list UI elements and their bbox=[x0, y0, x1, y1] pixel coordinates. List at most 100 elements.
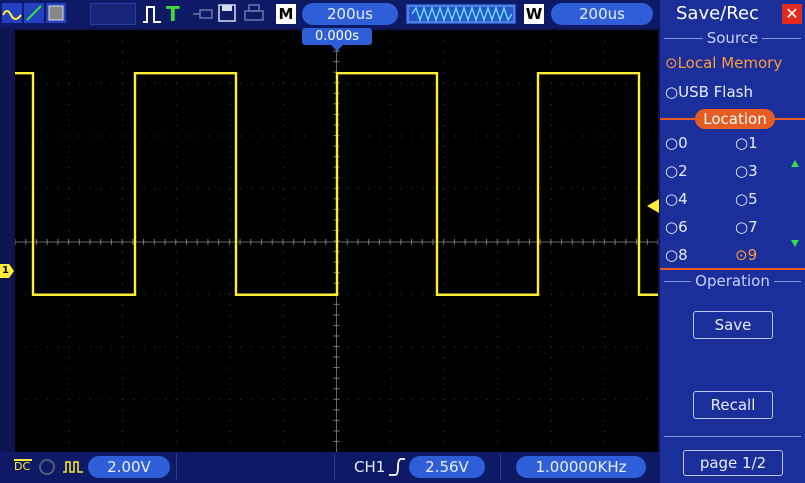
grid-dot bbox=[197, 82, 199, 84]
trigger-t-icon[interactable]: T bbox=[166, 3, 184, 25]
save-disk-icon[interactable] bbox=[217, 3, 237, 23]
grid-dot bbox=[443, 430, 445, 432]
grid-dot bbox=[68, 93, 70, 95]
printer-icon[interactable] bbox=[243, 3, 265, 23]
grid-dot bbox=[175, 82, 177, 84]
grid-dot bbox=[497, 262, 499, 264]
grid-dot bbox=[175, 367, 177, 369]
window-timebase-value[interactable]: 200us bbox=[551, 3, 653, 25]
grid-dot bbox=[454, 188, 456, 190]
grid-dot bbox=[68, 230, 70, 232]
recall-button[interactable]: Recall bbox=[693, 391, 773, 419]
trigger-level-marker-icon[interactable] bbox=[647, 199, 659, 213]
grid-dot bbox=[175, 388, 177, 390]
grid-dot bbox=[443, 124, 445, 126]
save-button[interactable]: Save bbox=[693, 311, 773, 339]
window-waveform-icon[interactable] bbox=[406, 4, 516, 24]
location-option-7[interactable]: ○7 bbox=[735, 218, 758, 236]
grid-dot bbox=[68, 135, 70, 137]
grid-dot bbox=[282, 335, 284, 337]
grid-dot bbox=[593, 293, 595, 295]
scroll-down-icon[interactable] bbox=[791, 240, 799, 247]
grid-dot bbox=[497, 335, 499, 337]
waveform-icon[interactable] bbox=[2, 3, 22, 23]
cursor-line-icon[interactable] bbox=[24, 3, 44, 23]
close-icon[interactable]: ✕ bbox=[782, 4, 802, 24]
grid-dot bbox=[443, 167, 445, 169]
grid-dot bbox=[390, 304, 392, 306]
grid-dot bbox=[604, 283, 606, 285]
grid-dot bbox=[486, 135, 488, 137]
grid-dot bbox=[261, 188, 263, 190]
grid-dot bbox=[68, 146, 70, 148]
grid-dot bbox=[315, 188, 317, 190]
grid-dot bbox=[593, 82, 595, 84]
grid-dot bbox=[57, 82, 59, 84]
page-divider bbox=[664, 436, 801, 437]
grid-dot bbox=[282, 314, 284, 316]
grid-dot bbox=[347, 399, 349, 401]
grid-dot bbox=[68, 251, 70, 253]
grid-dot bbox=[229, 209, 231, 211]
source-option-usb-flash[interactable]: ○USB Flash bbox=[665, 83, 753, 101]
trigger-level[interactable]: 2.56V bbox=[409, 456, 485, 478]
grid-dot bbox=[518, 135, 520, 137]
grid-dot bbox=[282, 51, 284, 53]
grid-dot bbox=[475, 135, 477, 137]
grid-dot bbox=[582, 82, 584, 84]
timebase-value[interactable]: 200us bbox=[302, 3, 398, 25]
grid-dot bbox=[593, 346, 595, 348]
grid-dot bbox=[282, 72, 284, 74]
grid-dot bbox=[625, 82, 627, 84]
location-option-6[interactable]: ○6 bbox=[665, 218, 688, 236]
measure-icon[interactable] bbox=[46, 3, 66, 23]
location-option-8[interactable]: ○8 bbox=[665, 246, 688, 264]
grid-dot bbox=[636, 399, 638, 401]
grid-dot bbox=[122, 325, 124, 327]
scroll-up-icon[interactable] bbox=[791, 160, 799, 167]
grid-dot bbox=[550, 146, 552, 148]
grid-dot bbox=[143, 293, 145, 295]
grid-dot bbox=[497, 124, 499, 126]
dc-coupling-icon[interactable]: DC bbox=[14, 456, 34, 478]
ch1-volts-div[interactable]: 2.00V bbox=[88, 456, 170, 478]
grid-dot bbox=[165, 82, 167, 84]
grid-dot bbox=[550, 325, 552, 327]
pulse-icon[interactable] bbox=[142, 4, 162, 24]
location-option-4[interactable]: ○4 bbox=[665, 190, 688, 208]
grid-dot bbox=[604, 293, 606, 295]
grid-dot bbox=[540, 346, 542, 348]
rising-edge-icon[interactable] bbox=[388, 457, 406, 477]
grid-dot bbox=[593, 135, 595, 137]
grid-dot bbox=[175, 51, 177, 53]
location-option-0[interactable]: ○0 bbox=[665, 134, 688, 152]
grid-dot bbox=[25, 399, 27, 401]
bandwidth-limit-icon[interactable] bbox=[38, 458, 56, 476]
grid-dot bbox=[604, 230, 606, 232]
grid-dot bbox=[36, 82, 38, 84]
grid-dot bbox=[411, 346, 413, 348]
location-option-5[interactable]: ○5 bbox=[735, 190, 758, 208]
grid-dot bbox=[465, 188, 467, 190]
grid-dot bbox=[604, 346, 606, 348]
location-option-3[interactable]: ○3 bbox=[735, 162, 758, 180]
source-option-local-memory[interactable]: ⊙Local Memory bbox=[665, 54, 782, 72]
invert-icon[interactable] bbox=[62, 458, 84, 476]
grid-dot bbox=[218, 188, 220, 190]
grid-dot bbox=[443, 230, 445, 232]
grid-dot bbox=[443, 209, 445, 211]
page-button[interactable]: page 1/2 bbox=[683, 450, 783, 476]
grid-dot bbox=[550, 420, 552, 422]
grid-dot bbox=[454, 399, 456, 401]
grid-dot bbox=[57, 188, 59, 190]
location-option-9[interactable]: ⊙9 bbox=[735, 246, 757, 264]
location-option-2[interactable]: ○2 bbox=[665, 162, 688, 180]
grid-dot bbox=[390, 293, 392, 295]
location-option-1[interactable]: ○1 bbox=[735, 134, 758, 152]
grid-dot bbox=[604, 219, 606, 221]
trigger-source[interactable]: CH1 bbox=[354, 458, 385, 476]
grid-dot bbox=[497, 188, 499, 190]
grid-dot bbox=[175, 93, 177, 95]
grid-dot bbox=[550, 430, 552, 432]
grid-dot bbox=[347, 188, 349, 190]
